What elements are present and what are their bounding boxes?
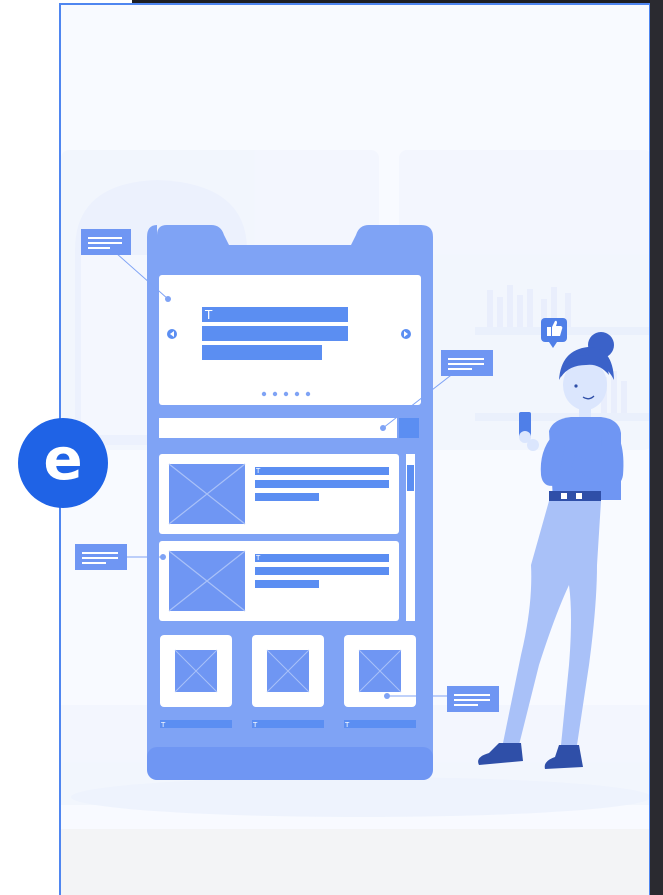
- illustration-card: T T T T T T: [59, 3, 650, 895]
- svg-text:T: T: [160, 721, 166, 729]
- phone-mockup: T T T T T T: [147, 225, 433, 780]
- search-bar: [159, 418, 397, 438]
- right-dark-edge: [650, 0, 663, 895]
- footer-band: [61, 829, 649, 895]
- svg-text:T: T: [255, 554, 261, 562]
- svg-text:T: T: [255, 467, 261, 475]
- brand-logo-letter: e: [43, 425, 83, 493]
- web-design-illustration: T T T T T T: [61, 150, 649, 817]
- carousel-text-marker: T: [204, 308, 213, 322]
- svg-text:T: T: [252, 721, 258, 729]
- brand-logo-badge: e: [18, 418, 108, 508]
- svg-text:T: T: [344, 721, 350, 729]
- search-button: [399, 418, 419, 438]
